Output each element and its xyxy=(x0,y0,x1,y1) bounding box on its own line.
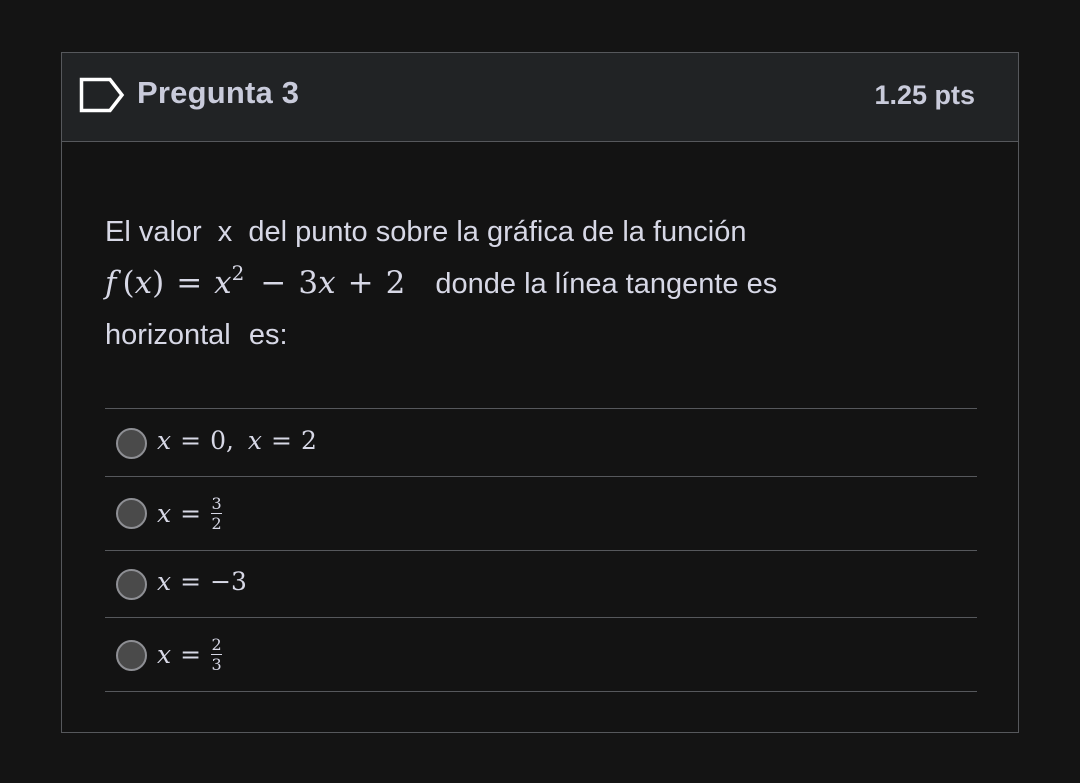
fraction: 32 xyxy=(211,494,223,533)
answer-option-4[interactable]: x = 2 3 xyxy=(105,618,977,692)
answer-label: x = 2 3 xyxy=(157,635,223,674)
question-line-2: f (x) = x2−3x +2 donde la línea tangente es xyxy=(105,261,778,301)
answer-label: x = 3 2 xyxy=(157,494,223,533)
formula: f (x) = x2−3x +2 xyxy=(105,261,406,301)
answer-option-3[interactable]: x = −3 xyxy=(105,551,977,618)
answer-option-2[interactable]: x = 3 2 xyxy=(105,477,977,551)
question-line-1: El valor x del punto sobre la gráfica de… xyxy=(105,216,747,248)
question-card: Pregunta 3 1.25 pts El valor x del punto… xyxy=(61,52,1019,733)
answer-list: x = 0, x = 2 x = 3 2 x = −3 x = 2 3 xyxy=(105,408,977,692)
question-title: Pregunta 3 xyxy=(137,75,300,110)
flag-icon[interactable] xyxy=(79,77,125,113)
fraction: 23 xyxy=(211,635,223,674)
question-points: 1.25 pts xyxy=(874,80,975,110)
answer-option-1[interactable]: x = 0, x = 2 xyxy=(105,409,977,477)
answer-label: x = 0, x = 2 xyxy=(157,426,317,455)
question-line-3: horizontal es: xyxy=(105,319,288,351)
radio-button[interactable] xyxy=(116,569,147,600)
radio-button[interactable] xyxy=(116,640,147,671)
answer-label: x = −3 xyxy=(157,567,247,596)
variable-x: x xyxy=(217,216,233,248)
radio-button[interactable] xyxy=(116,428,147,459)
radio-button[interactable] xyxy=(116,498,147,529)
question-text: El valor x del punto sobre la gráfica de… xyxy=(105,207,865,361)
question-header: Pregunta 3 1.25 pts xyxy=(62,53,1018,142)
